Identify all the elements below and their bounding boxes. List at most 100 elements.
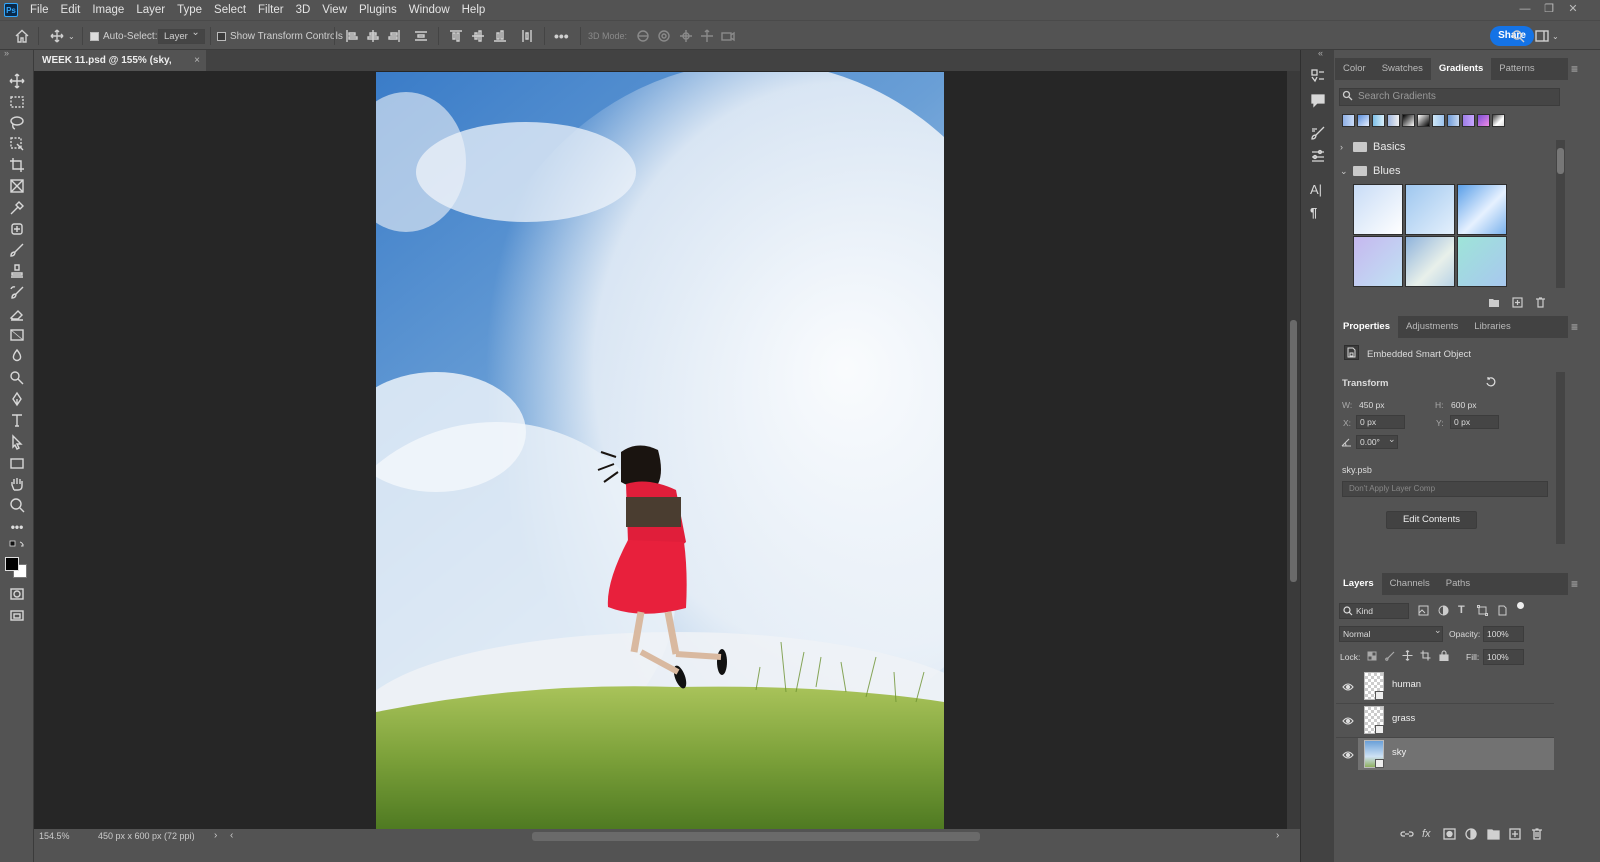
link-layers-icon[interactable]	[1400, 828, 1422, 842]
tab-paths[interactable]: Paths	[1438, 573, 1478, 595]
edit-toolbar-icon[interactable]: •••	[7, 518, 27, 536]
document-canvas[interactable]	[376, 72, 944, 829]
3d-camera-icon[interactable]	[721, 21, 735, 51]
gradient-tile[interactable]	[1405, 184, 1455, 235]
tab-properties[interactable]: Properties	[1335, 316, 1398, 338]
new-adjustment-layer-icon[interactable]	[1465, 828, 1487, 842]
home-icon[interactable]	[14, 21, 30, 51]
menu-filter[interactable]: Filter	[252, 0, 290, 20]
angle-dropdown-chevron-icon[interactable]: ⌄	[1388, 434, 1396, 445]
3d-orbit-icon[interactable]	[636, 21, 650, 51]
vertical-scrollbar-thumb[interactable]	[1290, 320, 1297, 582]
gradient-swatch[interactable]	[1417, 114, 1430, 127]
layer-row-human[interactable]: human	[1358, 670, 1554, 702]
menu-plugins[interactable]: Plugins	[353, 0, 403, 20]
auto-select-checkbox[interactable]: Auto-Select:	[90, 21, 157, 51]
default-colors-icon[interactable]	[7, 540, 27, 552]
menu-help[interactable]: Help	[456, 0, 492, 20]
tab-layers[interactable]: Layers	[1335, 573, 1382, 595]
filter-shape-layers-icon[interactable]	[1477, 605, 1488, 619]
align-left-icon[interactable]	[345, 21, 359, 51]
move-tool-icon[interactable]	[7, 72, 27, 90]
blur-tool-icon[interactable]	[7, 347, 27, 365]
align-bottom-icon[interactable]	[493, 21, 507, 51]
menu-image[interactable]: Image	[86, 0, 130, 20]
scroll-left-icon[interactable]: ‹	[230, 830, 233, 841]
align-right-icon[interactable]	[387, 21, 401, 51]
gradient-swatch[interactable]	[1342, 114, 1355, 127]
new-gradient-icon[interactable]	[1512, 297, 1523, 311]
lasso-tool-icon[interactable]	[7, 114, 27, 132]
layer-row-grass[interactable]: grass	[1358, 704, 1554, 736]
delete-layer-icon[interactable]	[1531, 828, 1553, 842]
hand-tool-icon[interactable]	[7, 475, 27, 493]
gradient-tile[interactable]	[1405, 236, 1455, 287]
search-icon[interactable]	[1511, 21, 1525, 51]
object-selection-tool-icon[interactable]	[7, 135, 27, 153]
filter-toggle-icon[interactable]	[1517, 602, 1524, 609]
blend-mode-dropdown[interactable]: Normal	[1339, 626, 1443, 642]
character-panel-icon[interactable]: A|	[1310, 182, 1326, 198]
height-value[interactable]: 600 px	[1451, 400, 1477, 410]
type-tool-icon[interactable]	[7, 411, 27, 429]
frame-tool-icon[interactable]	[7, 177, 27, 195]
tab-swatches[interactable]: Swatches	[1374, 58, 1431, 80]
crop-tool-icon[interactable]	[7, 156, 27, 174]
scroll-right-icon[interactable]: ›	[1276, 830, 1279, 841]
rectangle-tool-icon[interactable]	[7, 454, 27, 472]
lock-all-icon[interactable]	[1439, 650, 1449, 664]
gradient-tile[interactable]	[1457, 184, 1507, 235]
lock-position-icon[interactable]	[1402, 650, 1413, 664]
gradient-folder-blues[interactable]: ⌄ Blues	[1340, 162, 1401, 180]
tab-adjustments[interactable]: Adjustments	[1398, 316, 1466, 338]
layer-name[interactable]: sky	[1392, 747, 1406, 758]
y-position-input[interactable]: 0 px	[1450, 415, 1499, 429]
healing-brush-tool-icon[interactable]	[7, 220, 27, 238]
gradient-swatch[interactable]	[1492, 114, 1505, 127]
dodge-tool-icon[interactable]	[7, 369, 27, 387]
lock-artboard-icon[interactable]	[1420, 650, 1431, 664]
gradient-tile[interactable]	[1353, 184, 1403, 235]
menu-3d[interactable]: 3D	[290, 0, 317, 20]
horizontal-scrollbar-thumb[interactable]	[532, 832, 980, 841]
screen-mode-icon[interactable]	[7, 607, 27, 625]
gradient-swatch[interactable]	[1432, 114, 1445, 127]
gradient-tool-icon[interactable]	[7, 326, 27, 344]
move-tool-preset-icon[interactable]: ⌄	[50, 21, 75, 51]
collapse-dock-icon[interactable]: «	[1318, 48, 1323, 58]
gradient-tile[interactable]	[1457, 236, 1507, 287]
properties-panel-menu-icon[interactable]: ≡	[1571, 320, 1578, 334]
delete-gradient-icon[interactable]	[1535, 297, 1546, 311]
layer-name[interactable]: human	[1392, 679, 1421, 690]
adjustments-panel-icon[interactable]	[1310, 148, 1326, 164]
collapse-toolbar-icon[interactable]: »	[4, 48, 9, 58]
marquee-tool-icon[interactable]	[7, 93, 27, 111]
distribute-icon[interactable]	[414, 21, 428, 51]
gradient-swatch[interactable]	[1477, 114, 1490, 127]
menu-layer[interactable]: Layer	[130, 0, 171, 20]
menu-window[interactable]: Window	[403, 0, 456, 20]
menu-file[interactable]: File	[24, 0, 55, 20]
menu-type[interactable]: Type	[171, 0, 208, 20]
more-options-icon[interactable]: •••	[554, 21, 569, 51]
menu-view[interactable]: View	[316, 0, 353, 20]
visibility-eye-icon[interactable]	[1342, 682, 1354, 692]
brush-settings-icon[interactable]	[1310, 125, 1326, 141]
new-group-icon[interactable]	[1487, 828, 1509, 842]
tab-channels[interactable]: Channels	[1382, 573, 1438, 595]
filter-adjustment-layers-icon[interactable]	[1438, 605, 1449, 619]
filter-pixel-layers-icon[interactable]	[1418, 605, 1429, 619]
path-selection-tool-icon[interactable]	[7, 433, 27, 451]
new-gradient-group-icon[interactable]	[1488, 297, 1500, 311]
layers-panel-menu-icon[interactable]: ≡	[1571, 577, 1578, 591]
workspace-icon[interactable]: ⌄	[1535, 21, 1559, 51]
gradient-swatch[interactable]	[1462, 114, 1475, 127]
pen-tool-icon[interactable]	[7, 390, 27, 408]
gradients-panel-menu-icon[interactable]: ≡	[1571, 62, 1578, 76]
close-tab-icon[interactable]: ×	[194, 50, 200, 71]
foreground-color-swatch[interactable]	[5, 557, 19, 571]
add-mask-icon[interactable]	[1443, 828, 1465, 842]
new-layer-icon[interactable]	[1509, 828, 1531, 842]
properties-scrollbar[interactable]	[1556, 372, 1565, 544]
menu-select[interactable]: Select	[208, 0, 252, 20]
